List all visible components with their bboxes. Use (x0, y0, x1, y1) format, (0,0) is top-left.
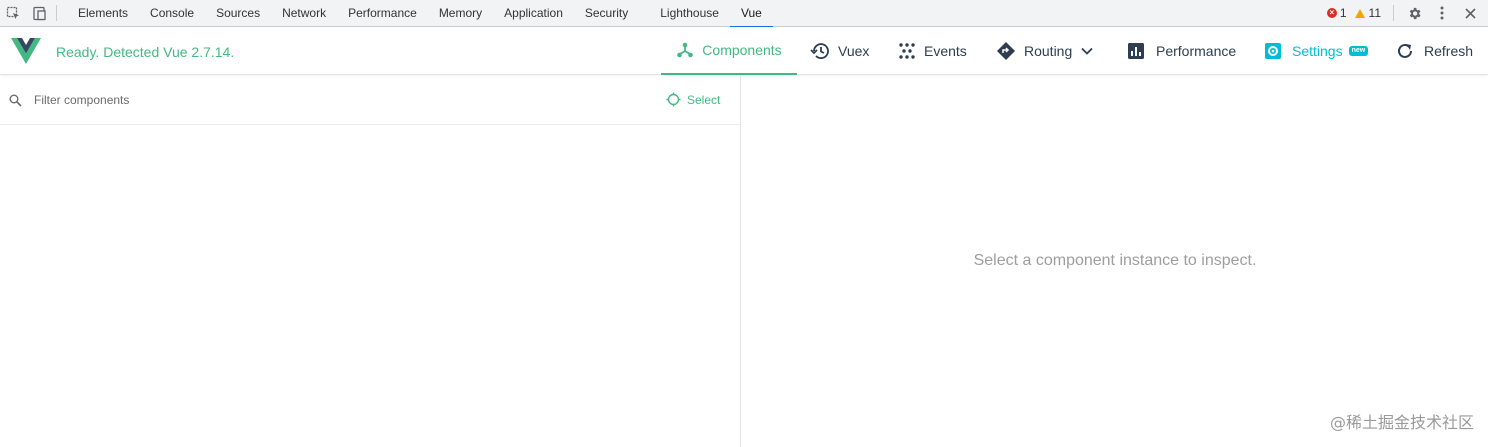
issues-counter[interactable]: × 1 11 (1326, 6, 1381, 20)
tab-security[interactable]: Security (574, 0, 639, 27)
refresh-icon (1398, 43, 1412, 58)
tab-network[interactable]: Network (271, 0, 337, 27)
refresh-label: Refresh (1424, 43, 1474, 59)
bar-chart-icon (1128, 43, 1144, 59)
device-toolbar-icon[interactable] (26, 0, 52, 27)
search-icon (9, 94, 22, 107)
component-tree-pane: Select (0, 76, 741, 447)
nav-vuex-label: Vuex (838, 43, 870, 59)
filter-bar: Select (0, 76, 740, 125)
select-component-button[interactable]: Select (666, 92, 720, 107)
nav-performance-label: Performance (1156, 43, 1237, 59)
nav-routing-label: Routing (1024, 43, 1073, 59)
vue-devtools-header: Ready. Detected Vue 2.7.14. Components V… (0, 27, 1488, 75)
events-icon (899, 43, 915, 59)
nav-settings[interactable]: Settings new (1264, 27, 1369, 75)
nav-performance[interactable]: Performance (1127, 27, 1236, 75)
select-label: Select (687, 92, 721, 107)
tab-elements[interactable]: Elements (67, 0, 139, 27)
chevron-down-icon (1081, 47, 1093, 55)
nav-routing[interactable]: Routing (996, 27, 1093, 75)
tab-console[interactable]: Console (139, 0, 205, 27)
history-icon (810, 43, 829, 59)
error-count: 1 (1339, 6, 1347, 20)
more-vertical-icon[interactable] (1428, 0, 1456, 27)
tab-memory[interactable]: Memory (428, 0, 493, 27)
components-icon (677, 42, 694, 58)
warning-count: 11 (1368, 6, 1381, 20)
gear-icon[interactable] (1400, 0, 1428, 27)
tab-performance[interactable]: Performance (337, 0, 428, 27)
nav-components-label: Components (702, 42, 782, 58)
tab-application[interactable]: Application (493, 0, 574, 27)
close-icon[interactable] (1456, 0, 1484, 27)
directions-icon (997, 42, 1015, 60)
toolbar-divider (1393, 5, 1394, 21)
refresh-button[interactable]: Refresh (1396, 27, 1473, 75)
vue-logo-icon (11, 38, 41, 64)
tab-lighthouse[interactable]: Lighthouse (649, 0, 730, 27)
component-inspector-pane: Select a component instance to inspect. (742, 76, 1488, 447)
filter-components-input[interactable] (34, 91, 534, 109)
empty-state-message: Select a component instance to inspect. (973, 252, 1257, 269)
error-icon: × (1326, 8, 1337, 18)
devtools-tab-bar: Elements Console Sources Network Perform… (0, 0, 1488, 28)
tab-vue[interactable]: Vue (729, 0, 773, 28)
detection-status: Ready. Detected Vue 2.7.14. (56, 44, 235, 60)
toolbar-divider (56, 5, 57, 21)
crosshair-icon (666, 92, 681, 107)
nav-vuex[interactable]: Vuex (810, 27, 869, 75)
warning-icon (1354, 8, 1365, 18)
settings-icon (1265, 43, 1281, 59)
new-badge: new (1348, 46, 1369, 56)
tab-sources[interactable]: Sources (205, 0, 271, 27)
nav-components[interactable]: Components (661, 27, 797, 75)
nav-settings-label: Settings (1292, 43, 1343, 59)
nav-events[interactable]: Events (898, 27, 967, 75)
nav-events-label: Events (924, 43, 967, 59)
inspect-element-icon[interactable] (0, 0, 26, 27)
watermark: @稀土掘金技术社区 (1329, 413, 1474, 432)
